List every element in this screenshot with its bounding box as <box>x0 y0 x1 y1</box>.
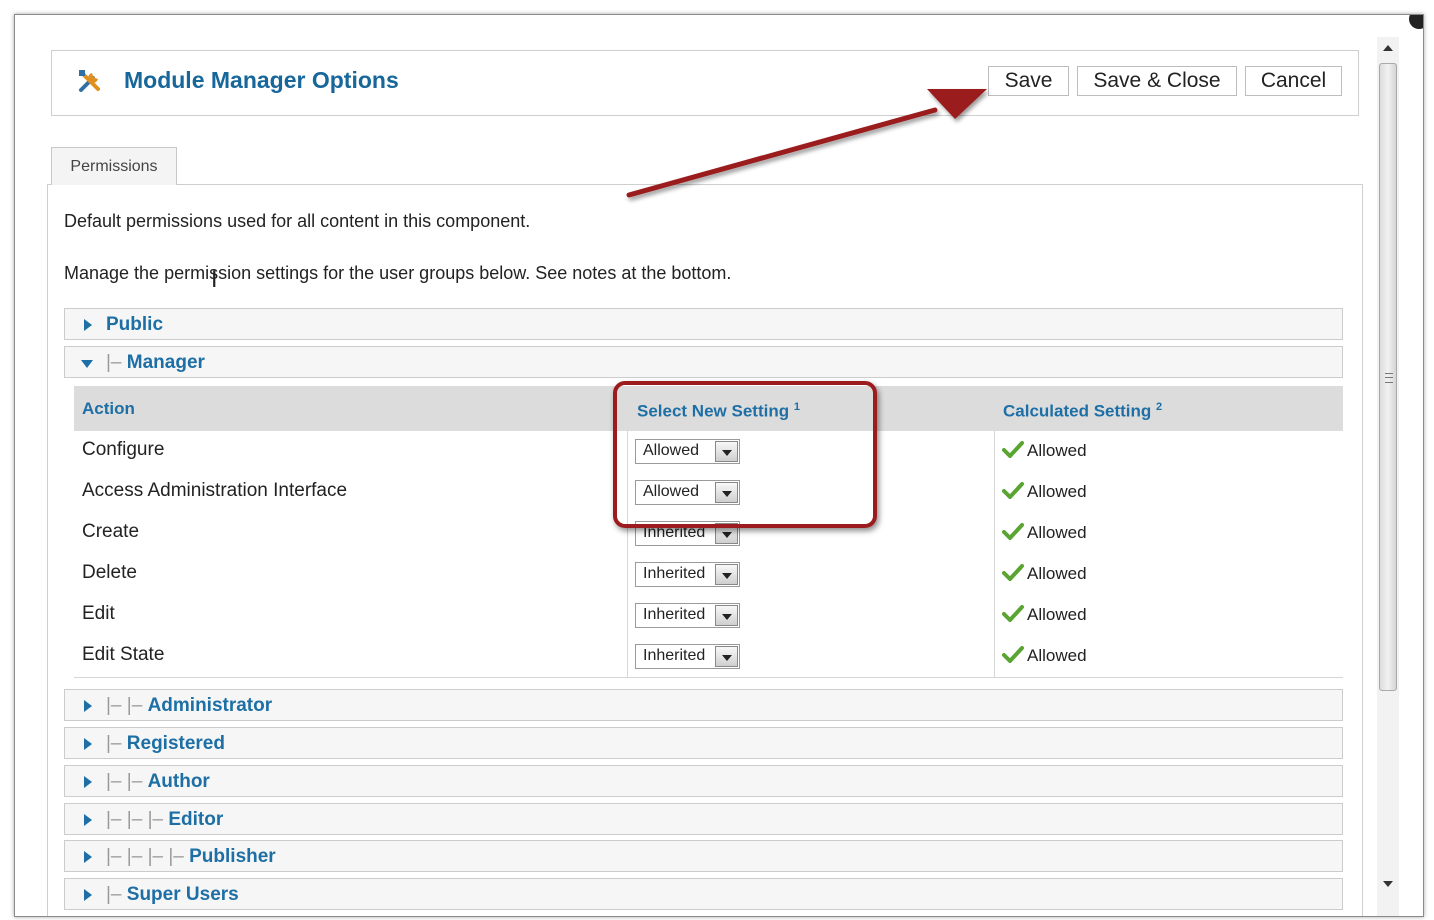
tree-indent: |– <box>106 884 127 905</box>
expand-arrow-icon <box>84 700 92 712</box>
tree-indent: |– |– <box>106 771 148 792</box>
group-label: Public <box>106 314 164 335</box>
group-author[interactable]: |– |– Author <box>64 765 1343 797</box>
tree-indent: |– |– |– |– <box>106 846 190 867</box>
calculated-setting: Allowed <box>1002 522 1087 545</box>
expand-arrow-icon <box>84 889 92 901</box>
table-row: Delete Inherited Allowed <box>74 554 1343 596</box>
save-button[interactable]: Save <box>988 66 1069 96</box>
page-title: Module Manager Options <box>124 67 399 93</box>
setting-value: Inherited <box>643 565 706 582</box>
checkmark-icon <box>1002 481 1024 504</box>
instructions-text: Manage the permission settings for the u… <box>64 263 732 283</box>
header-calculated-setting: Calculated Setting 2 <box>1003 401 1162 422</box>
tab-permissions[interactable]: Permissions <box>51 147 177 185</box>
group-label: Editor <box>168 809 224 830</box>
checkmark-icon <box>1002 440 1024 463</box>
group-label: Administrator <box>147 695 273 716</box>
calculated-value: Allowed <box>1027 604 1087 624</box>
calculated-setting: Allowed <box>1002 440 1087 463</box>
close-icon[interactable] <box>1409 15 1423 29</box>
group-editor[interactable]: |– |– |– Editor <box>64 803 1343 835</box>
calculated-setting: Allowed <box>1002 604 1087 627</box>
checkmark-icon <box>1002 522 1024 545</box>
group-registered[interactable]: |– Registered <box>64 727 1343 759</box>
table-row: Edit State Inherited Allowed <box>74 636 1343 678</box>
action-label: Configure <box>82 439 165 460</box>
group-label: Publisher <box>189 846 276 867</box>
footnote-ref: 2 <box>1156 401 1163 413</box>
action-label: Edit <box>82 603 115 624</box>
highlight-box-annotation <box>613 381 877 528</box>
calculated-value: Allowed <box>1027 563 1087 583</box>
collapse-arrow-icon <box>81 360 93 368</box>
tree-indent: |– |– |– <box>106 809 169 830</box>
tree-indent: |– <box>106 352 127 373</box>
setting-select[interactable]: Inherited <box>635 562 740 587</box>
scroll-up-arrow-icon[interactable] <box>1383 45 1393 51</box>
group-label: Registered <box>126 733 225 754</box>
tools-icon <box>76 67 104 100</box>
group-label: Author <box>147 771 210 792</box>
header-calculated-label: Calculated Setting <box>1003 401 1152 421</box>
group-publisher[interactable]: |– |– |– |– Publisher <box>64 840 1343 872</box>
expand-arrow-icon <box>84 776 92 788</box>
group-label: Super Users <box>126 884 239 905</box>
toolbar: Module Manager Options Save Save & Close… <box>51 50 1359 116</box>
vertical-scrollbar[interactable] <box>1377 37 1399 916</box>
dropdown-arrow-icon[interactable] <box>715 564 738 585</box>
calculated-value: Allowed <box>1027 440 1087 460</box>
checkmark-icon <box>1002 563 1024 586</box>
group-public[interactable]: Public <box>64 308 1343 340</box>
action-label: Edit State <box>82 644 165 665</box>
dialog-window: Module Manager Options Save Save & Close… <box>14 14 1424 917</box>
action-label: Create <box>82 521 140 542</box>
dropdown-arrow-icon[interactable] <box>715 646 738 667</box>
expand-arrow-icon <box>84 814 92 826</box>
calculated-value: Allowed <box>1027 522 1087 542</box>
group-administrator[interactable]: |– |– Administrator <box>64 689 1343 721</box>
expand-arrow-icon <box>84 851 92 863</box>
tree-indent: |– |– <box>106 695 148 716</box>
calculated-value: Allowed <box>1027 645 1087 665</box>
tree-indent: |– <box>106 733 127 754</box>
setting-select[interactable]: Inherited <box>635 644 740 669</box>
expand-arrow-icon <box>84 319 92 331</box>
setting-select[interactable]: Inherited <box>635 603 740 628</box>
cancel-button[interactable]: Cancel <box>1245 66 1342 96</box>
action-label: Delete <box>82 562 137 583</box>
checkmark-icon <box>1002 645 1024 668</box>
scroll-down-arrow-icon[interactable] <box>1383 881 1393 887</box>
expand-arrow-icon <box>84 738 92 750</box>
calculated-value: Allowed <box>1027 481 1087 501</box>
group-super-users[interactable]: |– Super Users <box>64 878 1343 910</box>
setting-value: Inherited <box>643 647 706 664</box>
grip-icon <box>1385 373 1393 383</box>
table-row: Edit Inherited Allowed <box>74 595 1343 637</box>
header-action: Action <box>82 399 135 418</box>
text-cursor-icon: I <box>211 268 218 293</box>
calculated-setting: Allowed <box>1002 645 1087 668</box>
description-text: Default permissions used for all content… <box>64 211 531 231</box>
setting-value: Inherited <box>643 606 706 623</box>
dropdown-arrow-icon[interactable] <box>715 605 738 626</box>
group-label: Manager <box>126 352 205 373</box>
scrollbar-thumb[interactable] <box>1379 63 1397 691</box>
checkmark-icon <box>1002 604 1024 627</box>
calculated-setting: Allowed <box>1002 563 1087 586</box>
calculated-setting: Allowed <box>1002 481 1087 504</box>
save-close-button[interactable]: Save & Close <box>1077 66 1237 96</box>
action-label: Access Administration Interface <box>82 480 348 501</box>
group-manager[interactable]: |– Manager <box>64 346 1343 378</box>
